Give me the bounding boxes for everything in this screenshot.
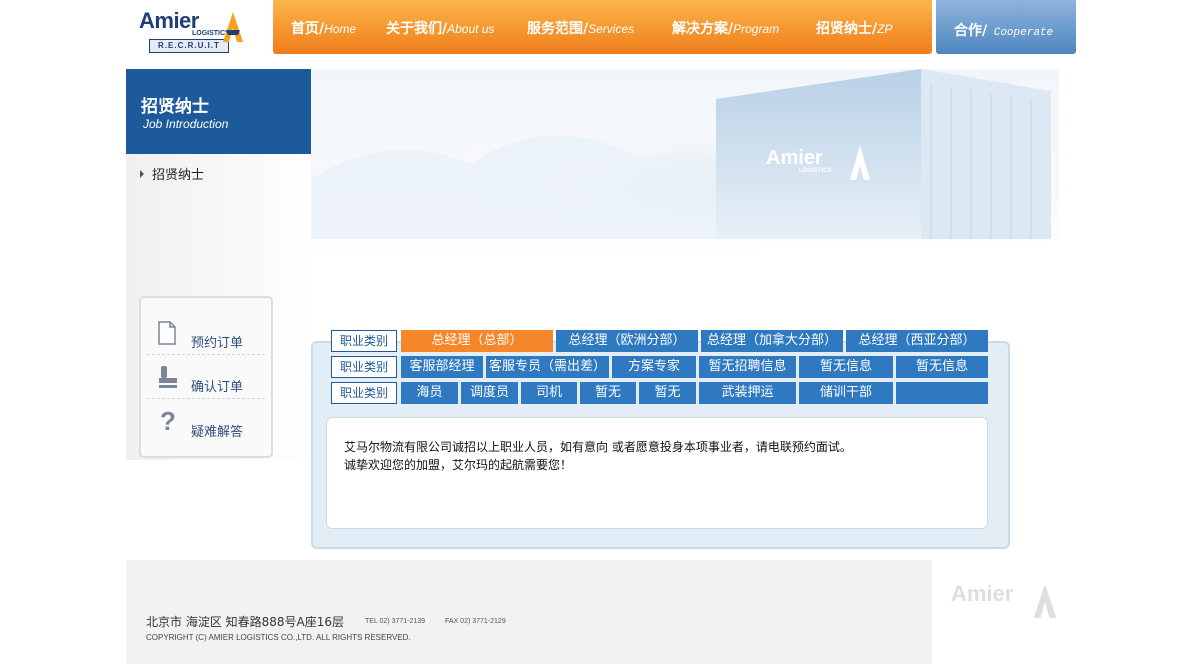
- site-logo[interactable]: Amier LOGISTICS R.E.C.R.U.I.T: [136, 8, 248, 54]
- job-tab[interactable]: 总经理（加拿大分部）: [701, 330, 843, 352]
- footer-logo-mark-icon: [1033, 584, 1057, 618]
- question-icon: ?: [160, 408, 176, 434]
- quick-link-booking[interactable]: 预约订单: [155, 316, 265, 356]
- job-tab[interactable]: 暂无信息: [896, 356, 988, 378]
- nav-about-en: About us: [447, 22, 495, 36]
- quick-links-box: 预约订单 确认订单 ? 疑难解答: [139, 296, 273, 458]
- banner-image: Amier LOGISTICS: [311, 69, 1059, 255]
- job-tab[interactable]: 方案专家: [612, 356, 696, 378]
- sidebar-item-label: 招贤纳士: [152, 168, 205, 183]
- logo-recruit: R.E.C.R.U.I.T: [149, 39, 229, 53]
- category-label: 职业类别: [331, 356, 397, 378]
- job-message-line: 艾马尔物流有限公司诚招以上职业人员，如有意向 或者愿意投身本项事业者，请电联预约…: [344, 440, 852, 454]
- nav-recruit-cn: 招贤纳士/: [816, 21, 878, 37]
- job-message-line: 诚挚欢迎您的加盟，艾尔玛的起航需要您！: [344, 458, 573, 472]
- nav-services-en: Services: [588, 22, 635, 36]
- category-label: 职业类别: [331, 382, 397, 404]
- nav-home-en: Home: [324, 22, 357, 36]
- category-label: 职业类别: [331, 330, 397, 352]
- quick-link-faq-label: 疑难解答: [191, 425, 244, 440]
- job-tab[interactable]: 武装押运: [699, 382, 796, 404]
- footer-address: 北京市 海淀区 知春路888号A座16层: [146, 615, 345, 629]
- job-tab[interactable]: 客服部经理: [401, 356, 483, 378]
- nav-cooperate-en: Cooperate: [987, 27, 1054, 39]
- nav-cooperate-cn: 合作/: [954, 23, 988, 39]
- divider: [147, 354, 265, 355]
- job-tab[interactable]: 调度员: [461, 382, 518, 404]
- job-tab[interactable]: 总经理（西亚分部）: [846, 330, 988, 352]
- nav-about[interactable]: 关于我们/About us: [386, 18, 495, 38]
- nav-recruit[interactable]: 招贤纳士/ZP: [816, 18, 892, 38]
- nav-services[interactable]: 服务范围/Services: [527, 18, 634, 38]
- quick-link-booking-label: 预约订单: [191, 336, 244, 351]
- logo-brand: Amier: [139, 8, 199, 33]
- job-tab[interactable]: 客服专员（需出差）: [486, 356, 609, 378]
- main-nav: 首页/Home 关于我们/About us 服务范围/Services 解决方案…: [273, 0, 932, 54]
- divider: [147, 398, 265, 399]
- nav-about-cn: 关于我们/: [386, 21, 448, 37]
- sidebar-subtitle: Job Introduction: [143, 117, 229, 131]
- arrow-right-icon: [140, 170, 144, 178]
- nav-program-cn: 解决方案/: [672, 21, 734, 37]
- banner-subtitle: LOGISTICS: [799, 168, 831, 174]
- footer-tel: TEL 02) 3771-2139: [365, 618, 426, 625]
- job-tab[interactable]: 总经理（欧洲分部）: [556, 330, 698, 352]
- footer-copyright: COPYRIGHT (C) AMIER LOGISTICS CO.,LTD. A…: [146, 633, 411, 642]
- stamp-icon: [159, 366, 177, 388]
- job-tab[interactable]: 储训干部: [799, 382, 893, 404]
- footer-fax: FAX 02) 3771-2129: [445, 618, 506, 625]
- quick-link-confirm[interactable]: 确认订单: [155, 360, 265, 400]
- footer: 北京市 海淀区 知春路888号A座16层 TEL 02) 3771-2139 F…: [126, 560, 932, 664]
- logo-mark-icon: [223, 12, 243, 42]
- nav-services-cn: 服务范围/: [527, 21, 589, 37]
- job-tab[interactable]: 司机: [521, 382, 577, 404]
- nav-home[interactable]: 首页/Home: [291, 18, 356, 38]
- footer-logo-brand: Amier: [951, 581, 1014, 606]
- nav-home-cn: 首页/: [291, 21, 325, 37]
- nav-recruit-en: ZP: [877, 22, 893, 36]
- nav-cooperate[interactable]: 合作/ Cooperate: [936, 0, 1076, 54]
- job-tab[interactable]: 暂无信息: [799, 356, 893, 378]
- banner-brand: Amier: [766, 147, 823, 169]
- sidebar-item-recruit[interactable]: 招贤纳士: [140, 164, 204, 183]
- sidebar-header: 招贤纳士 Job Introduction: [126, 69, 311, 154]
- svg-text:?: ?: [160, 408, 176, 434]
- footer-logo: Amier: [948, 580, 1060, 620]
- job-tab[interactable]: 暂无: [639, 382, 696, 404]
- quick-link-faq[interactable]: ? 疑难解答: [155, 405, 265, 445]
- sidebar-title: 招贤纳士: [141, 97, 209, 117]
- job-tab[interactable]: 暂无: [580, 382, 636, 404]
- nav-program[interactable]: 解决方案/Program: [672, 18, 779, 38]
- job-tab[interactable]: 暂无招聘信息: [699, 356, 796, 378]
- job-message-box: 艾马尔物流有限公司诚招以上职业人员，如有意向 或者愿意投身本项事业者，请电联预约…: [326, 417, 988, 529]
- nav-program-en: Program: [733, 22, 780, 36]
- nav-cooperate-label: 合作/ Cooperate: [954, 20, 1053, 40]
- document-icon: [158, 321, 176, 345]
- job-tab-empty: [896, 382, 988, 404]
- job-tab[interactable]: 总经理（总部）: [401, 330, 553, 352]
- job-tab[interactable]: 海员: [401, 382, 458, 404]
- quick-link-confirm-label: 确认订单: [191, 380, 244, 395]
